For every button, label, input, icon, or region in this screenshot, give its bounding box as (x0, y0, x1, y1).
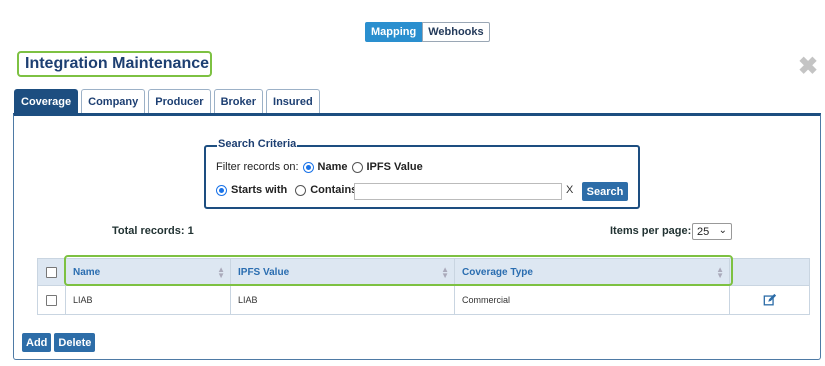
tab-insured[interactable]: Insured (266, 89, 320, 114)
tab-broker[interactable]: Broker (213, 89, 264, 114)
select-all-checkbox[interactable] (46, 266, 57, 278)
cell-coverage-type: Commercial (455, 286, 730, 314)
sort-icon: ▲ ▼ (441, 265, 449, 280)
items-per-page-label: Items per page: (610, 225, 692, 237)
row-checkbox[interactable] (46, 294, 57, 306)
mapping-button[interactable]: Mapping (365, 22, 423, 42)
cell-ipfs-value: LIAB (231, 286, 455, 314)
sort-icon: ▲ ▼ (217, 265, 225, 280)
filter-label: Filter records on: (216, 161, 299, 173)
filter-ipfs-radio[interactable] (351, 161, 363, 173)
search-input[interactable] (354, 183, 562, 200)
tab-company[interactable]: Company (81, 89, 146, 114)
contains-radio[interactable] (295, 184, 307, 196)
filter-name-radio[interactable] (302, 161, 314, 173)
close-icon[interactable]: ✖ (797, 55, 819, 79)
delete-button[interactable]: Delete (54, 333, 96, 352)
tab-bar: Coverage Company Producer Broker Insured (14, 89, 323, 114)
page-title-box: Integration Maintenance (17, 51, 212, 77)
header-checkbox-cell (38, 259, 66, 285)
column-header-ipfs[interactable]: IPFS Value ▲ ▼ (231, 259, 455, 285)
page-title: Integration Maintenance (25, 55, 210, 72)
match-row: Starts with Contains (216, 184, 357, 196)
starts-with-label: Starts with (231, 184, 288, 196)
items-per-page-value: 25 (697, 225, 710, 238)
filter-row: Filter records on: Name IPFS Value (216, 161, 423, 173)
grid-header: Name ▲ ▼ IPFS Value ▲ ▼ Coverage Type ▲ ▼ (38, 259, 809, 286)
total-records: Total records: 1 (112, 225, 194, 237)
add-button[interactable]: Add (22, 333, 52, 352)
tab-producer[interactable]: Producer (148, 89, 211, 114)
starts-with-radio[interactable] (216, 184, 227, 196)
clear-search-button[interactable]: X (566, 184, 573, 196)
column-header-coverage-type-label: Coverage Type (462, 266, 533, 278)
grid-actions: Add Delete (22, 333, 96, 352)
chevron-down-icon: ⌄ (718, 225, 727, 236)
records-grid: Name ▲ ▼ IPFS Value ▲ ▼ Coverage Type ▲ ▼ L… (37, 258, 810, 315)
edit-icon[interactable] (763, 293, 777, 307)
contains-label: Contains (310, 184, 358, 196)
tab-coverage[interactable]: Coverage (14, 89, 79, 114)
row-actions-cell (730, 286, 809, 314)
cell-name: LIAB (66, 286, 231, 314)
column-header-coverage-type[interactable]: Coverage Type ▲ ▼ (455, 259, 730, 285)
table-row: LIAB LIAB Commercial (38, 286, 809, 314)
sort-icon: ▲ ▼ (716, 265, 724, 280)
filter-ipfs-label: IPFS Value (366, 161, 423, 173)
webhooks-button[interactable]: Webhooks (422, 22, 490, 42)
search-button[interactable]: Search (582, 182, 628, 201)
column-header-ipfs-label: IPFS Value (238, 266, 290, 278)
column-header-name-label: Name (73, 266, 101, 278)
view-toggle: Mapping Webhooks (365, 22, 490, 42)
row-checkbox-cell (38, 286, 66, 314)
search-criteria-legend: Search Criteria (217, 138, 298, 150)
column-header-name[interactable]: Name ▲ ▼ (66, 259, 231, 285)
items-per-page-select[interactable]: 25 ⌄ (692, 223, 732, 240)
filter-name-label: Name (317, 161, 348, 173)
column-header-actions (730, 259, 809, 285)
